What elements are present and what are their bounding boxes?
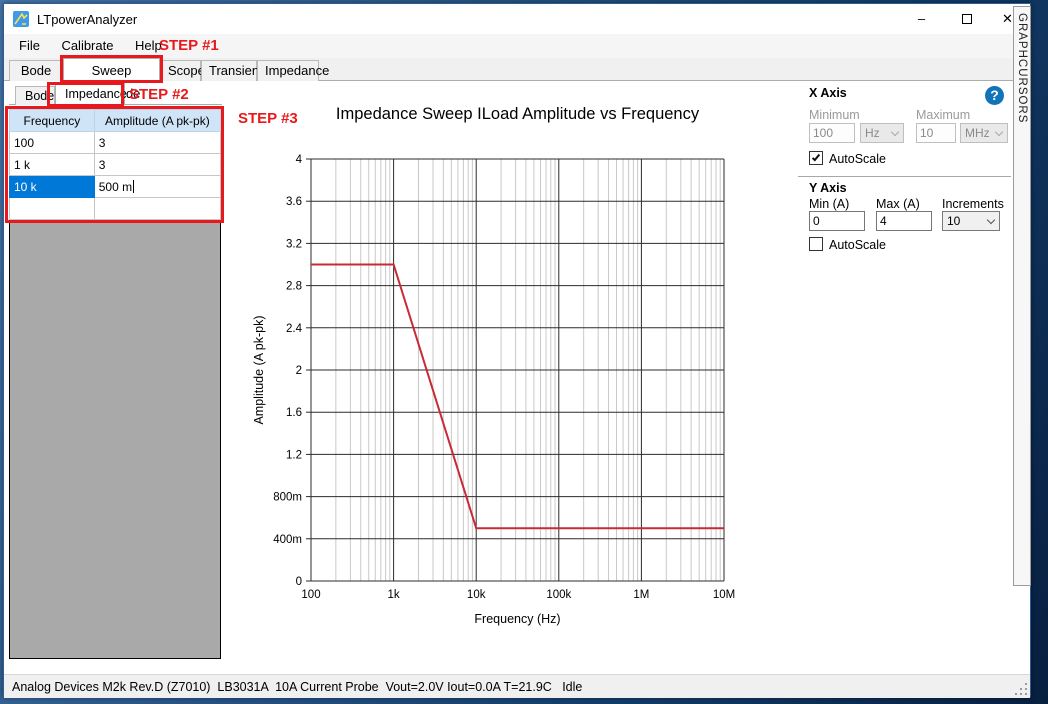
increments-label: Increments bbox=[942, 197, 1004, 211]
table-row: 1 k 3 bbox=[9, 153, 222, 176]
cell-frequency[interactable] bbox=[9, 197, 95, 220]
y-max-input[interactable] bbox=[876, 211, 932, 231]
impedance-sweep-chart[interactable]: 0 400m 800m 1.2 1.6 2 2.4 2.8 3.2 3.6 4 100 1k 10k 100… bbox=[233, 81, 798, 671]
tab-scope[interactable]: Scope bbox=[160, 60, 205, 81]
axis-settings-panel: X Axis ? Minimum Hz Maximum MHz AutoScal… bbox=[798, 81, 1011, 671]
menu-file[interactable]: File bbox=[10, 34, 49, 58]
svg-text:10M: 10M bbox=[713, 589, 735, 601]
svg-text:3.6: 3.6 bbox=[286, 196, 302, 208]
annotation-step1: STEP #1 bbox=[159, 37, 219, 54]
x-min-input[interactable] bbox=[809, 123, 855, 143]
main-tab-strip: Bode Plot Sweep Amplitude Scope Transien… bbox=[4, 58, 1030, 101]
column-header-frequency[interactable]: Frequency bbox=[9, 109, 95, 132]
svg-text:2.4: 2.4 bbox=[286, 323, 303, 335]
svg-text:1.6: 1.6 bbox=[286, 407, 302, 419]
cursors-tab[interactable]: CURSORS bbox=[1016, 59, 1028, 124]
y-autoscale-label: AutoScale bbox=[829, 238, 886, 252]
table-row-empty bbox=[9, 197, 222, 220]
x-axis-section-title: X Axis bbox=[809, 86, 847, 100]
svg-text:1k: 1k bbox=[388, 589, 400, 601]
increments-dropdown[interactable]: 10 bbox=[942, 211, 1000, 231]
maximize-icon bbox=[961, 13, 972, 24]
svg-text:400m: 400m bbox=[273, 534, 302, 546]
svg-text:800m: 800m bbox=[273, 492, 302, 504]
annotation-step3: STEP #3 bbox=[238, 110, 298, 127]
cell-amplitude-editing[interactable]: 500 m bbox=[93, 175, 222, 198]
x-max-unit-dropdown[interactable]: MHz bbox=[960, 123, 1008, 143]
tab-transient[interactable]: Transient bbox=[201, 60, 263, 81]
title-bar: LTpowerAnalyzer – ✕ bbox=[4, 4, 1030, 34]
y-max-label: Max (A) bbox=[876, 197, 920, 211]
resize-grip-icon[interactable] bbox=[1014, 682, 1027, 695]
app-icon bbox=[13, 11, 29, 27]
x-min-label: Minimum bbox=[809, 108, 860, 122]
y-min-label: Min (A) bbox=[809, 197, 850, 211]
status-text: Analog Devices M2k Rev.D (Z7010) LB3031A… bbox=[12, 680, 583, 694]
y-min-input[interactable] bbox=[809, 211, 865, 231]
x-autoscale-checkbox[interactable] bbox=[809, 151, 823, 165]
chart-panel: 0 400m 800m 1.2 1.6 2 2.4 2.8 3.2 3.6 4 100 1k 10k 100… bbox=[233, 81, 798, 671]
chevron-down-icon bbox=[986, 215, 996, 225]
cell-amplitude[interactable] bbox=[93, 197, 222, 220]
svg-text:0: 0 bbox=[296, 576, 302, 588]
graph-tab[interactable]: GRAPH bbox=[1016, 13, 1028, 59]
table-row: 100 3 bbox=[9, 131, 222, 154]
text-caret bbox=[133, 179, 135, 193]
menu-calibrate[interactable]: Calibrate bbox=[52, 34, 122, 58]
x-max-input[interactable] bbox=[916, 123, 956, 143]
svg-text:2: 2 bbox=[296, 365, 302, 377]
cell-frequency-selected[interactable]: 10 k bbox=[9, 175, 95, 198]
svg-text:3.2: 3.2 bbox=[286, 238, 302, 250]
subtab-impedance[interactable]: Impedance bbox=[55, 83, 127, 105]
tab-impedance[interactable]: Impedance bbox=[257, 60, 329, 81]
column-header-amplitude[interactable]: Amplitude (A pk-pk) bbox=[93, 109, 222, 132]
status-bar: Analog Devices M2k Rev.D (Z7010) LB3031A… bbox=[4, 674, 1030, 698]
sub-tab-strip: Bode Impedance bbox=[9, 83, 222, 105]
chevron-down-icon bbox=[994, 127, 1004, 137]
sweep-amplitude-page: Bode Impedance Frequency Amplitude (A pk… bbox=[4, 81, 1030, 671]
x-autoscale-label: AutoScale bbox=[829, 152, 886, 166]
annotation-step2: STEP #2 bbox=[129, 86, 189, 103]
side-expander-strip[interactable]: GRAPHCURSORS bbox=[1013, 6, 1031, 586]
window-title: LTpowerAnalyzer bbox=[37, 12, 138, 27]
maximize-button[interactable] bbox=[944, 4, 989, 34]
tab-bode-plot[interactable]: Bode Plot bbox=[9, 60, 63, 98]
help-icon[interactable]: ? bbox=[985, 86, 1004, 105]
checkmark-icon bbox=[811, 152, 821, 162]
cell-frequency[interactable]: 1 k bbox=[9, 153, 95, 176]
y-autoscale-checkbox[interactable] bbox=[809, 237, 823, 251]
menu-bar: File Calibrate Help bbox=[4, 34, 1030, 58]
y-axis-section-title: Y Axis bbox=[809, 181, 847, 195]
subtab-bode[interactable]: Bode bbox=[15, 86, 55, 105]
svg-text:100k: 100k bbox=[546, 589, 571, 601]
svg-text:Amplitude (A pk-pk): Amplitude (A pk-pk) bbox=[252, 315, 266, 424]
cell-amplitude[interactable]: 3 bbox=[93, 131, 222, 154]
svg-text:100: 100 bbox=[301, 589, 320, 601]
cell-frequency[interactable]: 100 bbox=[9, 131, 95, 154]
chevron-down-icon bbox=[890, 127, 900, 137]
x-max-label: Maximum bbox=[916, 108, 971, 122]
svg-text:1.2: 1.2 bbox=[286, 449, 302, 461]
svg-text:10k: 10k bbox=[467, 589, 486, 601]
table-row-selected: 10 k 500 m bbox=[9, 175, 222, 198]
svg-text:2.8: 2.8 bbox=[286, 281, 302, 293]
svg-text:4: 4 bbox=[296, 154, 303, 166]
minimize-button[interactable]: – bbox=[899, 4, 944, 34]
svg-text:1M: 1M bbox=[633, 589, 649, 601]
table-empty-area bbox=[9, 223, 221, 659]
svg-text:Frequency (Hz): Frequency (Hz) bbox=[474, 612, 560, 626]
close-icon: ✕ bbox=[1002, 11, 1013, 26]
tab-sweep-amplitude[interactable]: Sweep Amplitude bbox=[63, 58, 160, 101]
x-min-unit-dropdown[interactable]: Hz bbox=[860, 123, 904, 143]
section-divider bbox=[798, 176, 1011, 177]
cell-amplitude[interactable]: 3 bbox=[93, 153, 222, 176]
table-header-row: Frequency Amplitude (A pk-pk) bbox=[9, 109, 222, 132]
amplitude-table: Frequency Amplitude (A pk-pk) 100 3 1 k … bbox=[9, 109, 222, 220]
app-window: LTpowerAnalyzer – ✕ File Calibrate Help … bbox=[3, 3, 1031, 698]
svg-text:Impedance Sweep ILoad Amplitud: Impedance Sweep ILoad Amplitude vs Frequ… bbox=[336, 105, 700, 123]
